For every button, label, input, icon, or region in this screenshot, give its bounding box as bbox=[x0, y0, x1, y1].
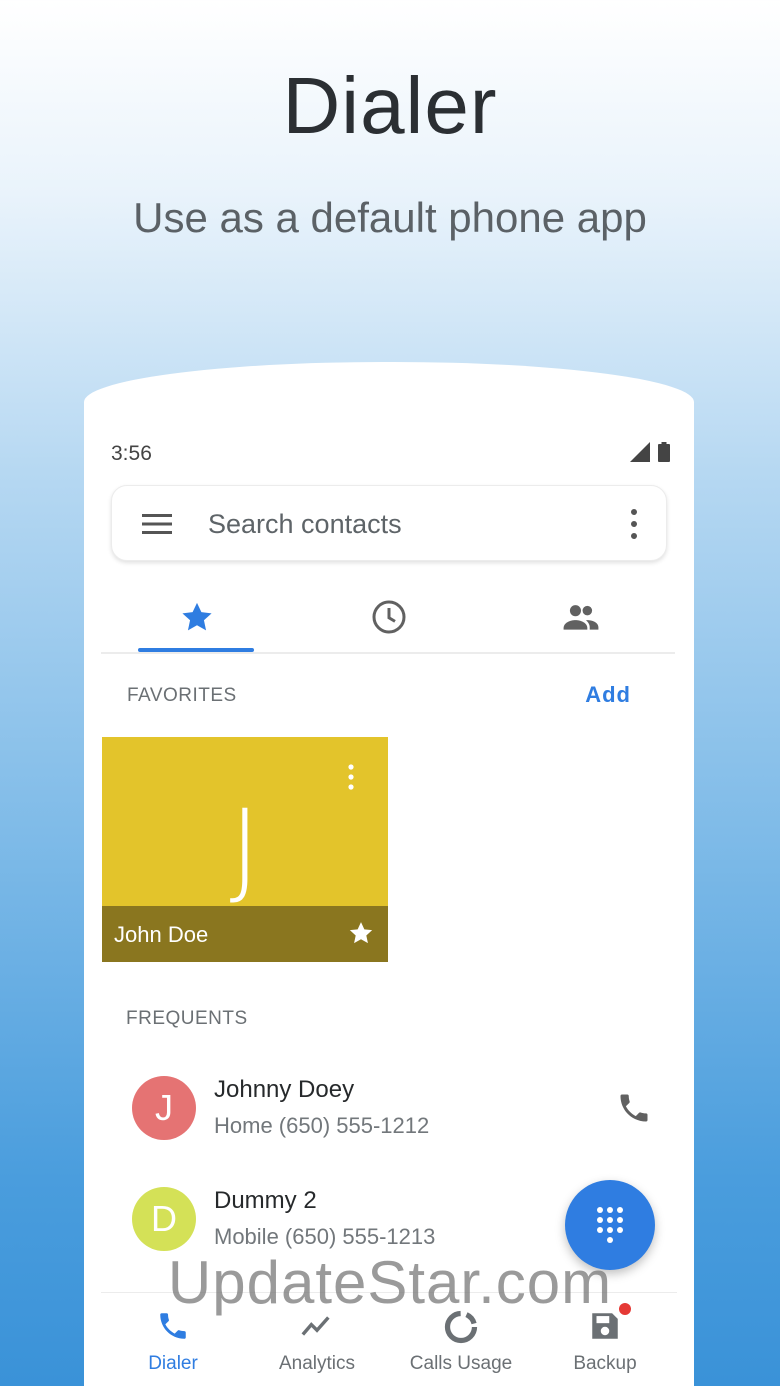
contact-name: Dummy 2 bbox=[214, 1187, 317, 1214]
tab-contacts[interactable] bbox=[485, 582, 677, 652]
add-favorite-button[interactable]: Add bbox=[585, 682, 631, 708]
tab-bar bbox=[101, 582, 675, 654]
contact-detail: Mobile (650) 555-1213 bbox=[214, 1224, 436, 1249]
battery-icon bbox=[658, 442, 670, 462]
signal-icon bbox=[630, 442, 650, 462]
favorites-label: FAVORITES bbox=[127, 685, 237, 706]
more-vertical-icon[interactable] bbox=[628, 508, 640, 540]
status-time: 3:56 bbox=[111, 442, 152, 465]
clock-icon bbox=[372, 600, 406, 634]
favorite-footer: John Doe bbox=[102, 906, 388, 962]
avatar: J bbox=[132, 1076, 196, 1140]
contact-name: Johnny Doey bbox=[214, 1076, 355, 1103]
list-item[interactable]: J Johnny Doey Home (650) 555-1212 bbox=[132, 1076, 652, 1146]
dialpad-icon bbox=[597, 1207, 623, 1243]
star-icon bbox=[182, 602, 212, 631]
contact-detail: Home (650) 555-1212 bbox=[214, 1113, 430, 1138]
tab-favorites[interactable] bbox=[101, 582, 293, 652]
frequents-label: FREQUENTS bbox=[126, 1008, 248, 1029]
favorite-name: John Doe bbox=[114, 922, 209, 947]
promo-title: Dialer bbox=[282, 61, 498, 150]
search-bar[interactable]: Search contacts bbox=[111, 485, 667, 561]
nav-label: Calls Usage bbox=[409, 1353, 513, 1374]
tab-indicator bbox=[138, 648, 254, 652]
search-input[interactable]: Search contacts bbox=[208, 509, 402, 540]
star-icon[interactable] bbox=[348, 920, 374, 946]
nav-label: Analytics bbox=[278, 1353, 356, 1374]
nav-label: Dialer bbox=[148, 1353, 198, 1374]
avatar: D bbox=[132, 1187, 196, 1251]
nav-label: Backup bbox=[573, 1353, 637, 1374]
favorite-card[interactable]: J John Doe bbox=[102, 737, 388, 962]
watermark: UpdateStar.com bbox=[167, 1249, 613, 1316]
contacts-icon bbox=[563, 605, 599, 630]
phone-icon[interactable] bbox=[616, 1090, 652, 1126]
status-icons bbox=[630, 442, 670, 462]
more-vertical-icon[interactable] bbox=[346, 763, 356, 791]
tab-recents[interactable] bbox=[293, 582, 485, 652]
hamburger-icon[interactable] bbox=[140, 512, 174, 536]
promo-subtitle: Use as a default phone app bbox=[133, 194, 647, 241]
favorite-initial: J bbox=[229, 787, 261, 909]
